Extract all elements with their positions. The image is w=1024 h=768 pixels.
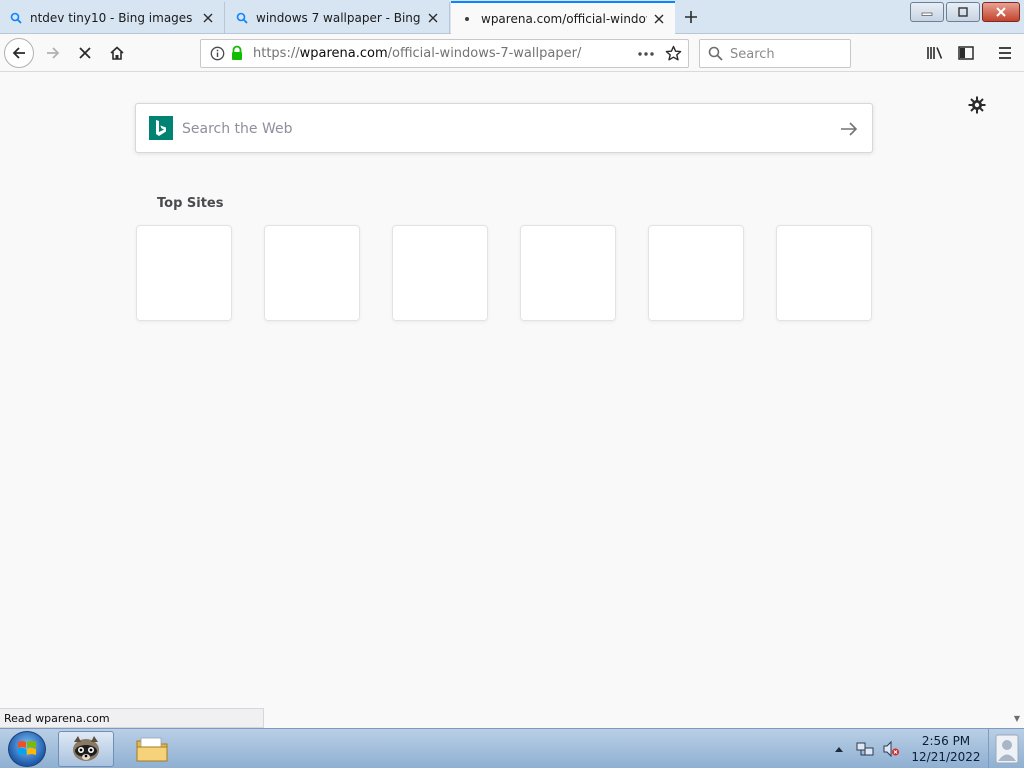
url-path: /official-windows-7-wallpaper/ <box>387 46 582 61</box>
clock-time: 2:56 PM <box>921 734 971 748</box>
tab-title: windows 7 wallpaper - Bing <box>256 11 421 25</box>
menu-button[interactable] <box>990 38 1020 68</box>
arrow-left-icon <box>12 47 25 59</box>
volume-muted-icon[interactable] <box>880 738 902 760</box>
clock-date: 12/21/2022 <box>911 750 981 764</box>
search-submit-button[interactable] <box>838 118 860 140</box>
taskbar: 2:56 PM 12/21/2022 <box>0 728 1024 768</box>
bing-logo-icon <box>149 116 173 140</box>
top-site-tile[interactable] <box>264 225 360 321</box>
stop-icon <box>79 47 91 59</box>
sidebar-button[interactable] <box>951 38 981 68</box>
home-icon <box>110 46 124 60</box>
user-avatar-button[interactable] <box>988 729 1024 768</box>
tab-wparena[interactable]: wparena.com/official-windows-7 <box>451 1 675 34</box>
search-icon <box>234 10 250 26</box>
top-site-tile[interactable] <box>520 225 616 321</box>
web-search-box[interactable] <box>135 103 873 153</box>
close-icon[interactable] <box>200 10 216 26</box>
top-site-tile[interactable] <box>392 225 488 321</box>
navigation-toolbar: https://wparena.com/official-windows-7-w… <box>0 34 1024 72</box>
forward-button[interactable] <box>38 38 68 68</box>
gear-icon <box>968 96 986 114</box>
tab-title: wparena.com/official-windows-7 <box>481 11 647 26</box>
taskbar-explorer-button[interactable] <box>124 731 180 767</box>
window-controls <box>908 2 1020 22</box>
close-icon[interactable] <box>651 11 667 27</box>
minimize-icon <box>921 12 933 16</box>
taskbar-browser-button[interactable] <box>58 731 114 767</box>
new-tab-button[interactable] <box>678 4 704 30</box>
settings-button[interactable] <box>966 94 988 116</box>
library-button[interactable] <box>920 38 950 68</box>
windows-logo-icon <box>18 741 36 755</box>
url-text[interactable]: https://wparena.com/official-windows-7-w… <box>253 46 581 61</box>
bookmark-star-icon[interactable] <box>665 45 682 65</box>
minimize-button[interactable] <box>910 2 944 22</box>
library-icon <box>927 47 943 59</box>
url-bar[interactable]: https://wparena.com/official-windows-7-w… <box>200 39 689 68</box>
close-icon[interactable] <box>425 10 441 26</box>
new-tab-page: Top Sites <box>0 72 1024 728</box>
tab-title: ntdev tiny10 - Bing images <box>30 11 193 25</box>
web-search-input[interactable] <box>182 118 822 140</box>
tab-windows-wallpaper[interactable]: windows 7 wallpaper - Bing <box>226 2 450 34</box>
top-site-tile[interactable] <box>648 225 744 321</box>
arrow-right-icon <box>47 47 60 59</box>
page-actions-icon[interactable] <box>637 46 655 65</box>
tab-bing-images[interactable]: ntdev tiny10 - Bing images <box>0 2 225 34</box>
system-tray: 2:56 PM 12/21/2022 <box>826 729 1024 768</box>
loading-dot-icon <box>459 11 475 27</box>
back-button[interactable] <box>4 38 34 68</box>
search-input[interactable] <box>730 45 845 63</box>
url-prefix: https:// <box>253 46 300 61</box>
start-button[interactable] <box>8 731 46 767</box>
clock[interactable]: 2:56 PM 12/21/2022 <box>908 733 984 765</box>
search-bar[interactable] <box>699 39 851 68</box>
lock-icon[interactable] <box>230 45 244 64</box>
search-icon <box>8 10 24 26</box>
status-bar: Read wparena.com <box>0 708 264 728</box>
folder-icon <box>136 737 168 762</box>
user-icon <box>995 734 1018 764</box>
restore-button[interactable] <box>946 2 980 22</box>
home-button[interactable] <box>102 38 132 68</box>
stop-button[interactable] <box>70 38 100 68</box>
plus-icon <box>685 11 697 23</box>
arrow-right-icon <box>841 122 858 136</box>
raccoon-browser-icon <box>73 736 99 761</box>
network-icon[interactable] <box>854 738 876 760</box>
top-site-tile[interactable] <box>136 225 232 321</box>
show-hidden-icons-arrow-icon[interactable] <box>828 738 850 760</box>
close-icon <box>996 7 1006 17</box>
info-icon[interactable] <box>210 46 225 64</box>
close-window-button[interactable] <box>982 2 1020 22</box>
top-sites-heading: Top Sites <box>157 196 224 211</box>
url-host: wparena.com <box>299 46 388 61</box>
tab-strip: ntdev tiny10 - Bing images windows 7 wal… <box>0 0 1024 34</box>
top-site-tile[interactable] <box>776 225 872 321</box>
search-icon <box>708 46 723 64</box>
restore-icon <box>958 7 968 17</box>
scroll-down-arrow-icon[interactable]: ▼ <box>1014 714 1020 723</box>
hamburger-menu-icon <box>999 47 1011 59</box>
sidebar-icon <box>958 46 974 60</box>
